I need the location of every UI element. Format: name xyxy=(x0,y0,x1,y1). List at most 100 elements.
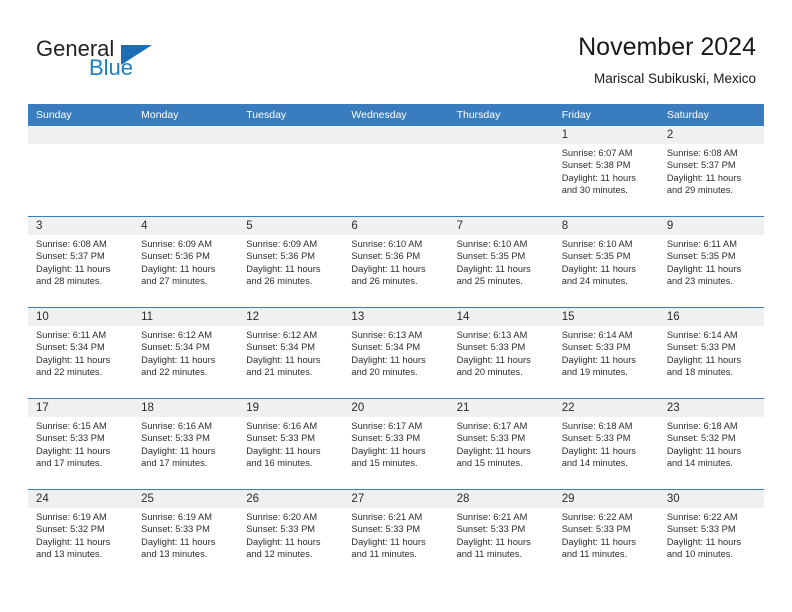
sunset-text: Sunset: 5:32 PM xyxy=(666,433,736,444)
sunrise-text: Sunrise: 6:17 AM xyxy=(456,421,528,431)
sunrise-text: Sunrise: 6:12 AM xyxy=(246,330,318,340)
calendar-day-cell[interactable]: 21 Sunrise: 6:17 AM Sunset: 5:33 PM Dayligh… xyxy=(448,398,554,490)
day-number: 25 xyxy=(133,490,239,508)
daylight-text-line1: Daylight: 11 hours xyxy=(351,354,426,365)
day-number: 8 xyxy=(553,217,659,235)
daylight-text-line2: and 22 minutes. xyxy=(36,367,103,378)
daylight-text-line2: and 29 minutes. xyxy=(666,185,733,196)
calendar-day-cell[interactable]: 7 Sunrise: 6:10 AM Sunset: 5:35 PM Daylight… xyxy=(448,216,554,308)
day-number: 19 xyxy=(238,399,344,417)
day-sun-info: Sunrise: 6:21 AM Sunset: 5:33 PM Daylight:… xyxy=(449,508,554,561)
sunset-text: Sunset: 5:33 PM xyxy=(666,342,736,353)
sunset-text: Sunset: 5:34 PM xyxy=(141,342,210,353)
calendar-day-cell[interactable]: 24 Sunrise: 6:19 AM Sunset: 5:32 PM Dayligh… xyxy=(28,489,134,580)
calendar-day-cell[interactable] xyxy=(238,126,344,217)
calendar-day-cell[interactable]: 12 Sunrise: 6:12 AM Sunset: 5:34 PM Dayligh… xyxy=(238,307,344,399)
calendar-day-cell[interactable]: 13 Sunrise: 6:13 AM Sunset: 5:34 PM Dayligh… xyxy=(343,307,449,399)
calendar-day-cell[interactable]: 17 Sunrise: 6:15 AM Sunset: 5:33 PM Dayligh… xyxy=(28,398,134,490)
weekday-header-monday: Monday xyxy=(133,104,239,126)
sunset-text: Sunset: 5:36 PM xyxy=(141,251,210,262)
calendar-day-cell[interactable]: 8 Sunrise: 6:10 AM Sunset: 5:35 PM Daylight… xyxy=(553,216,659,308)
calendar-day-cell[interactable]: 4 Sunrise: 6:09 AM Sunset: 5:36 PM Daylight… xyxy=(133,216,239,308)
sunset-text: Sunset: 5:38 PM xyxy=(561,160,631,171)
day-sun-info: Sunrise: 6:18 AM Sunset: 5:33 PM Daylight:… xyxy=(554,417,659,470)
weekday-header-tuesday: Tuesday xyxy=(238,104,344,126)
calendar-day-cell[interactable]: 15 Sunrise: 6:14 AM Sunset: 5:33 PM Dayligh… xyxy=(553,307,659,399)
sunrise-text: Sunrise: 6:12 AM xyxy=(141,330,212,340)
calendar-day-cell[interactable]: 22 Sunrise: 6:18 AM Sunset: 5:33 PM Dayligh… xyxy=(553,398,659,490)
day-number xyxy=(133,126,239,144)
day-cell-content: 18 Sunrise: 6:16 AM Sunset: 5:33 PM Dayligh… xyxy=(133,399,239,489)
calendar-day-cell[interactable]: 18 Sunrise: 6:16 AM Sunset: 5:33 PM Dayligh… xyxy=(133,398,239,490)
calendar-week-row: 10 Sunrise: 6:11 AM Sunset: 5:34 PM Dayligh… xyxy=(28,307,764,399)
general-blue-logo[interactable]: General Blue xyxy=(36,36,196,84)
calendar-day-cell[interactable] xyxy=(28,126,134,217)
sunset-text: Sunset: 5:33 PM xyxy=(36,433,105,444)
calendar-day-cell[interactable]: 27 Sunrise: 6:21 AM Sunset: 5:33 PM Dayligh… xyxy=(343,489,449,580)
day-cell-content: 15 Sunrise: 6:14 AM Sunset: 5:33 PM Dayligh… xyxy=(553,308,659,398)
calendar-day-cell[interactable] xyxy=(448,126,554,217)
calendar-day-cell[interactable] xyxy=(133,126,239,217)
daylight-text-line2: and 28 minutes. xyxy=(36,276,103,287)
sunset-text: Sunset: 5:33 PM xyxy=(561,342,631,353)
calendar-day-cell[interactable]: 19 Sunrise: 6:16 AM Sunset: 5:33 PM Dayligh… xyxy=(238,398,344,490)
calendar-day-cell[interactable]: 10 Sunrise: 6:11 AM Sunset: 5:34 PM Dayligh… xyxy=(28,307,134,399)
day-sun-info: Sunrise: 6:19 AM Sunset: 5:32 PM Daylight:… xyxy=(28,508,133,561)
calendar-day-cell[interactable]: 29 Sunrise: 6:22 AM Sunset: 5:33 PM Dayligh… xyxy=(553,489,659,580)
day-number: 26 xyxy=(238,490,344,508)
daylight-text-line2: and 11 minutes. xyxy=(561,549,628,560)
day-sun-info: Sunrise: 6:12 AM Sunset: 5:34 PM Daylight:… xyxy=(238,326,343,379)
daylight-text-line2: and 24 minutes. xyxy=(561,276,628,287)
day-cell-content: 7 Sunrise: 6:10 AM Sunset: 5:35 PM Daylight… xyxy=(448,217,554,307)
daylight-text-line2: and 17 minutes. xyxy=(36,458,103,469)
calendar-day-cell[interactable]: 2 Sunrise: 6:08 AM Sunset: 5:37 PM Daylight… xyxy=(658,126,764,217)
day-number: 5 xyxy=(238,217,344,235)
page-header: General Blue November 2024 Mariscal Subi… xyxy=(0,0,792,100)
daylight-text-line1: Daylight: 11 hours xyxy=(561,172,636,183)
day-sun-info: Sunrise: 6:16 AM Sunset: 5:33 PM Daylight:… xyxy=(238,417,343,470)
calendar-day-cell[interactable] xyxy=(343,126,449,217)
calendar-day-cell[interactable]: 16 Sunrise: 6:14 AM Sunset: 5:33 PM Dayligh… xyxy=(658,307,764,399)
daylight-text-line1: Daylight: 11 hours xyxy=(246,354,321,365)
sunset-text: Sunset: 5:37 PM xyxy=(36,251,105,262)
day-number: 22 xyxy=(553,399,659,417)
day-number: 14 xyxy=(448,308,554,326)
daylight-text-line2: and 14 minutes. xyxy=(561,458,628,469)
day-number: 17 xyxy=(28,399,134,417)
calendar-day-cell[interactable]: 30 Sunrise: 6:22 AM Sunset: 5:33 PM Dayligh… xyxy=(658,489,764,580)
day-number: 13 xyxy=(343,308,449,326)
day-cell-content: 22 Sunrise: 6:18 AM Sunset: 5:33 PM Dayligh… xyxy=(553,399,659,489)
day-number: 11 xyxy=(133,308,239,326)
calendar-day-cell[interactable]: 28 Sunrise: 6:21 AM Sunset: 5:33 PM Dayligh… xyxy=(448,489,554,580)
day-sun-info: Sunrise: 6:10 AM Sunset: 5:35 PM Daylight:… xyxy=(449,235,554,288)
calendar-day-cell[interactable]: 6 Sunrise: 6:10 AM Sunset: 5:36 PM Daylight… xyxy=(343,216,449,308)
calendar-day-cell[interactable]: 1 Sunrise: 6:07 AM Sunset: 5:38 PM Daylight… xyxy=(553,126,659,217)
calendar-day-cell[interactable]: 3 Sunrise: 6:08 AM Sunset: 5:37 PM Daylight… xyxy=(28,216,134,308)
calendar-day-cell[interactable]: 20 Sunrise: 6:17 AM Sunset: 5:33 PM Dayligh… xyxy=(343,398,449,490)
calendar-day-cell[interactable]: 26 Sunrise: 6:20 AM Sunset: 5:33 PM Dayligh… xyxy=(238,489,344,580)
calendar-day-cell[interactable]: 25 Sunrise: 6:19 AM Sunset: 5:33 PM Dayligh… xyxy=(133,489,239,580)
daylight-text-line1: Daylight: 11 hours xyxy=(666,263,742,274)
calendar-day-cell[interactable]: 11 Sunrise: 6:12 AM Sunset: 5:34 PM Dayligh… xyxy=(133,307,239,399)
sunrise-text: Sunrise: 6:09 AM xyxy=(141,239,212,249)
calendar-day-cell[interactable]: 9 Sunrise: 6:11 AM Sunset: 5:35 PM Daylight… xyxy=(658,216,764,308)
calendar-day-cell[interactable]: 23 Sunrise: 6:18 AM Sunset: 5:32 PM Dayligh… xyxy=(658,398,764,490)
day-cell-content: 4 Sunrise: 6:09 AM Sunset: 5:36 PM Daylight… xyxy=(133,217,239,307)
day-cell-content: 28 Sunrise: 6:21 AM Sunset: 5:33 PM Dayligh… xyxy=(448,490,554,580)
daylight-text-line1: Daylight: 11 hours xyxy=(141,536,216,547)
calendar-day-cell[interactable]: 14 Sunrise: 6:13 AM Sunset: 5:33 PM Dayligh… xyxy=(448,307,554,399)
daylight-text-line2: and 27 minutes. xyxy=(141,276,208,287)
daylight-text-line1: Daylight: 11 hours xyxy=(561,354,636,365)
daylight-text-line2: and 11 minutes. xyxy=(456,549,523,560)
day-number: 6 xyxy=(343,217,449,235)
daylight-text-line1: Daylight: 11 hours xyxy=(351,445,426,456)
sunset-text: Sunset: 5:37 PM xyxy=(666,160,736,171)
day-cell-content: 24 Sunrise: 6:19 AM Sunset: 5:32 PM Dayligh… xyxy=(28,490,134,580)
day-sun-info: Sunrise: 6:11 AM Sunset: 5:35 PM Daylight:… xyxy=(659,235,764,288)
daylight-text-line2: and 22 minutes. xyxy=(141,367,208,378)
day-cell-content: 12 Sunrise: 6:12 AM Sunset: 5:34 PM Dayligh… xyxy=(238,308,344,398)
daylight-text-line2: and 13 minutes. xyxy=(36,549,103,560)
sunset-text: Sunset: 5:33 PM xyxy=(351,433,421,444)
calendar-day-cell[interactable]: 5 Sunrise: 6:09 AM Sunset: 5:36 PM Daylight… xyxy=(238,216,344,308)
day-cell-content: 3 Sunrise: 6:08 AM Sunset: 5:37 PM Daylight… xyxy=(28,217,134,307)
